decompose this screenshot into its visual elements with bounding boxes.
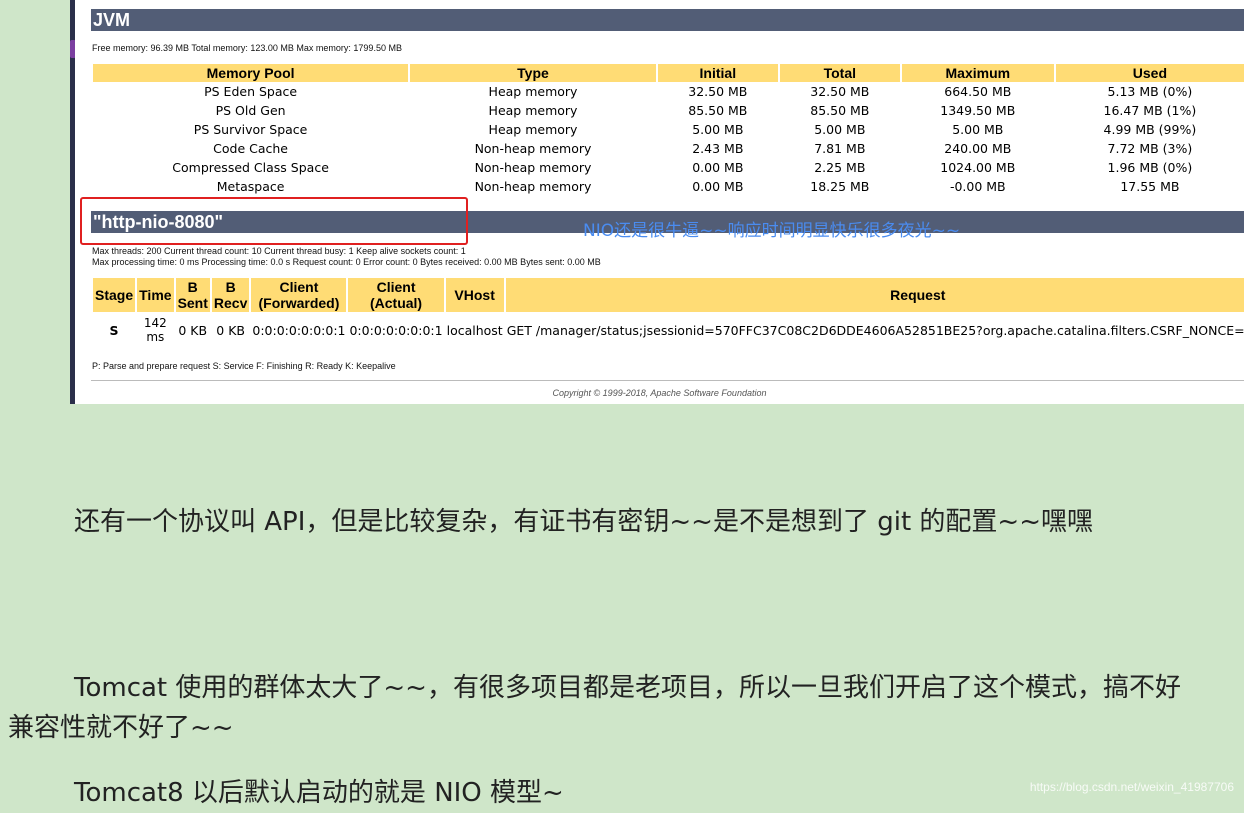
cell-vhost: localhost <box>446 322 503 338</box>
cell: 240.00 MB <box>944 141 1012 156</box>
cell-bytes-recv: 0 KB <box>216 322 245 338</box>
col-bytes-sent: B Sent <box>175 278 210 312</box>
cell: 0.00 MB <box>692 160 744 175</box>
jvm-section-title: JVM <box>91 9 1244 31</box>
connector-thread-stats: Max threads: 200 Current thread count: 1… <box>92 246 466 256</box>
col-stage: Stage <box>93 278 136 312</box>
col-request: Request <box>505 278 1244 312</box>
footer-divider <box>91 380 1244 381</box>
cell: 1024.00 MB <box>940 160 1016 175</box>
table-header-row: Memory Pool Type Initial Total Maximum U… <box>93 64 1244 82</box>
cell: Non-heap memory <box>474 160 592 175</box>
col-used: Used <box>1055 64 1244 82</box>
col-memory-pool: Memory Pool <box>93 64 409 82</box>
cell-client-actual: 0:0:0:0:0:0:0:1 <box>349 322 443 338</box>
memory-pool-table: Memory Pool Type Initial Total Maximum U… <box>91 64 1244 196</box>
cell: 18.25 MB <box>810 179 870 194</box>
highlight-box <box>80 197 468 245</box>
col-client-actual: Client (Actual) <box>348 278 444 312</box>
tomcat-status-screenshot: JVM Free memory: 96.39 MB Total memory: … <box>75 0 1244 404</box>
col-type: Type <box>410 64 656 82</box>
cell: 5.00 MB <box>692 122 744 137</box>
cell: Heap memory <box>488 84 578 99</box>
cell: 85.50 MB <box>688 103 748 118</box>
col-total: Total <box>779 64 900 82</box>
cell: Heap memory <box>488 122 578 137</box>
col-client-forwarded: Client (Forwarded) <box>251 278 347 312</box>
col-vhost: VHost <box>445 278 504 312</box>
cell: Metaspace <box>216 179 285 194</box>
cell: 32.50 MB <box>688 84 748 99</box>
cell: PS Eden Space <box>204 84 298 99</box>
cell: Code Cache <box>213 141 288 156</box>
cell-time: 142 ms <box>143 316 167 344</box>
cell: 16.47 MB (1%) <box>1103 103 1197 118</box>
cell: PS Old Gen <box>215 103 286 118</box>
cell: 4.99 MB (99%) <box>1103 122 1197 137</box>
cell: 5.00 MB <box>814 122 866 137</box>
cell: 0.00 MB <box>692 179 744 194</box>
watermark-text: https://blog.csdn.net/weixin_41987706 <box>1029 780 1234 794</box>
paragraph-text: Tomcat 使用的群体太大了~~，有很多项目都是老项目，所以一旦我们开启了这个… <box>8 673 1181 743</box>
cell: 5.00 MB <box>952 122 1004 137</box>
table-row: Metaspace Non-heap memory 0.00 MB 18.25 … <box>93 177 1244 196</box>
cell: Non-heap memory <box>474 179 592 194</box>
left-window-edge <box>0 0 76 404</box>
cell-client-forwarded: 0:0:0:0:0:0:0:1 <box>252 322 346 338</box>
table-row: PS Old Gen Heap memory 85.50 MB 85.50 MB… <box>93 101 1244 120</box>
doc-paragraph-3: Tomcat8 以后默认启动的就是 NIO 模型~ <box>8 773 1198 813</box>
cell: 1349.50 MB <box>940 103 1016 118</box>
request-table: Stage Time B Sent B Recv Client (Forward… <box>91 278 1244 348</box>
cell: Compressed Class Space <box>172 160 329 175</box>
cell: PS Survivor Space <box>193 122 308 137</box>
col-maximum: Maximum <box>901 64 1054 82</box>
col-time: Time <box>137 278 174 312</box>
cell-stage: S <box>109 322 119 338</box>
doc-paragraph-2: Tomcat 使用的群体太大了~~，有很多项目都是老项目，所以一旦我们开启了这个… <box>8 668 1198 748</box>
cell-request: GET /manager/status;jsessionid=570FFC37C… <box>506 322 1244 338</box>
cell-bytes-sent: 0 KB <box>178 322 208 338</box>
table-header-row: Stage Time B Sent B Recv Client (Forward… <box>93 278 1244 312</box>
table-row: PS Survivor Space Heap memory 5.00 MB 5.… <box>93 120 1244 139</box>
cell: 85.50 MB <box>810 103 870 118</box>
paragraph-text: 还有一个协议叫 API，但是比较复杂，有证书有密钥~~是不是想到了 git 的配… <box>74 507 1093 537</box>
copyright-text: Copyright © 1999-2018, Apache Software F… <box>552 388 767 398</box>
cell: 1.96 MB (0%) <box>1107 160 1193 175</box>
cell: Non-heap memory <box>474 141 592 156</box>
cell: 32.50 MB <box>810 84 870 99</box>
jvm-memory-summary: Free memory: 96.39 MB Total memory: 123.… <box>92 43 402 53</box>
cell: 7.72 MB (3%) <box>1107 141 1193 156</box>
table-row: Compressed Class Space Non-heap memory 0… <box>93 158 1244 177</box>
doc-paragraph-1: 还有一个协议叫 API，但是比较复杂，有证书有密钥~~是不是想到了 git 的配… <box>8 502 1198 542</box>
col-initial: Initial <box>657 64 778 82</box>
annotation-text: NIO还是很牛逼~~响应时间明显快乐很多夜光~~ <box>583 221 961 241</box>
cell: 5.13 MB (0%) <box>1107 84 1193 99</box>
cell: 2.43 MB <box>692 141 744 156</box>
cell: 664.50 MB <box>944 84 1012 99</box>
paragraph-text: Tomcat8 以后默认启动的就是 NIO 模型~ <box>74 778 564 808</box>
cell: 2.25 MB <box>814 160 866 175</box>
table-row: S 142 ms 0 KB 0 KB 0:0:0:0:0:0:0:1 0:0:0… <box>93 312 1244 348</box>
cell: 17.55 MB <box>1120 179 1180 194</box>
table-row: PS Eden Space Heap memory 32.50 MB 32.50… <box>93 82 1244 101</box>
cell: Heap memory <box>488 103 578 118</box>
col-bytes-recv: B Recv <box>211 278 250 312</box>
table-row: Code Cache Non-heap memory 2.43 MB 7.81 … <box>93 139 1244 158</box>
cell: 7.81 MB <box>814 141 866 156</box>
cell: -0.00 MB <box>949 179 1006 194</box>
connector-request-stats: Max processing time: 0 ms Processing tim… <box>92 257 601 267</box>
stage-legend: P: Parse and prepare request S: Service … <box>92 361 396 371</box>
